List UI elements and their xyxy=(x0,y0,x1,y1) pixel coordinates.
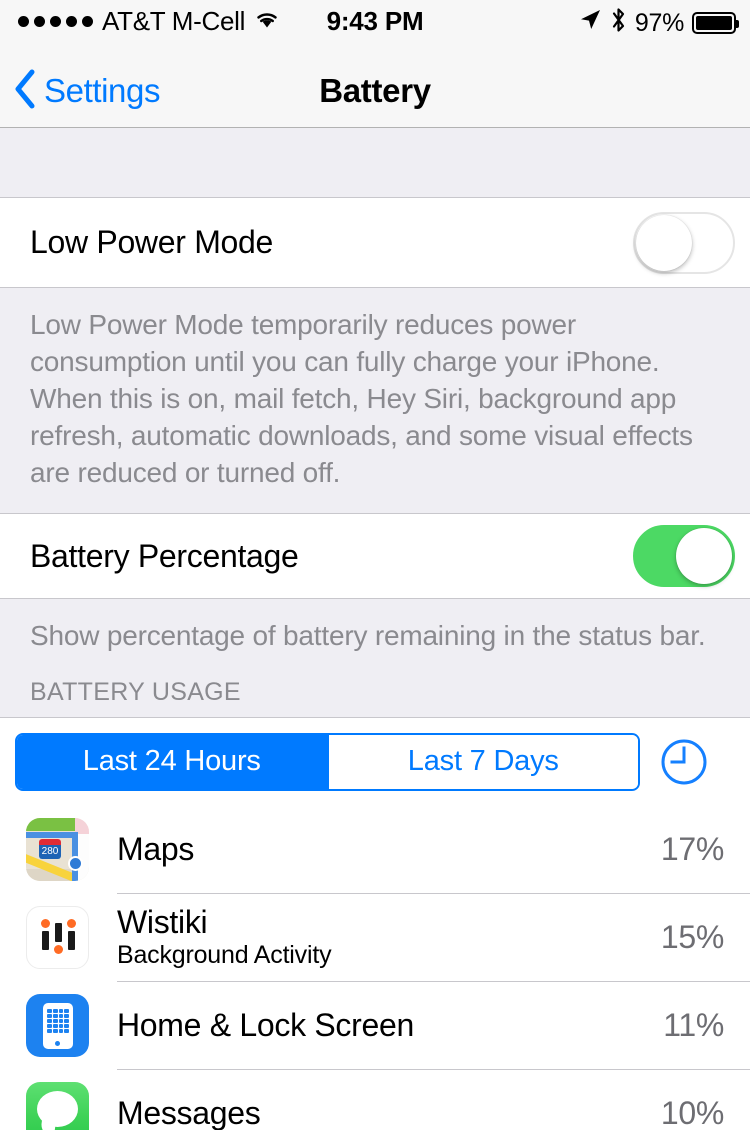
battery-percent-label: 97% xyxy=(634,8,684,37)
app-battery-percent: 10% xyxy=(660,1094,724,1130)
battery-percentage-footer-container: Show percentage of battery remaining in … xyxy=(0,598,750,717)
app-text-block: Wistiki Background Activity xyxy=(117,904,661,970)
low-power-mode-footer: Low Power Mode temporarily reduces power… xyxy=(0,288,750,513)
app-name: Wistiki xyxy=(117,904,208,940)
wistiki-app-icon xyxy=(26,905,89,969)
top-spacer xyxy=(0,128,750,198)
clock-icon[interactable] xyxy=(658,736,710,788)
table-row[interactable]: Wistiki Background Activity 15% xyxy=(0,893,750,981)
app-battery-percent: 17% xyxy=(660,830,724,867)
battery-usage-controls: Last 24 Hours Last 7 Days xyxy=(0,717,750,805)
maps-app-icon: 280 xyxy=(26,817,89,881)
low-power-mode-toggle[interactable] xyxy=(633,211,735,274)
app-name: Home & Lock Screen xyxy=(117,1007,414,1043)
time-range-segmented-control[interactable]: Last 24 Hours Last 7 Days xyxy=(15,732,640,791)
app-name: Maps xyxy=(117,831,195,867)
battery-usage-section-header: BATTERY USAGE xyxy=(0,664,750,717)
app-battery-percent: 11% xyxy=(663,1006,724,1043)
table-row[interactable]: 280 Maps 17% xyxy=(0,805,750,893)
app-text-block: Home & Lock Screen xyxy=(117,1007,663,1043)
navigation-bar: Settings Battery xyxy=(0,55,750,128)
low-power-mode-label: Low Power Mode xyxy=(30,224,274,260)
app-name: Messages xyxy=(117,1095,261,1130)
battery-icon xyxy=(692,11,739,34)
page-title: Battery xyxy=(319,72,431,109)
segment-last-24-hours[interactable]: Last 24 Hours xyxy=(17,734,327,789)
home-lock-screen-icon xyxy=(26,993,89,1057)
low-power-mode-footer-container: Low Power Mode temporarily reduces power… xyxy=(0,287,750,514)
status-bar: AT&T M-Cell 9:43 PM 97% xyxy=(0,0,750,55)
bluetooth-icon xyxy=(610,7,627,38)
segment-last-7-days[interactable]: Last 7 Days xyxy=(326,734,638,789)
battery-percentage-row[interactable]: Battery Percentage xyxy=(0,514,750,598)
battery-usage-list: 280 Maps 17% Wistiki Background Activity xyxy=(0,805,750,1130)
app-text-block: Maps xyxy=(117,831,661,867)
battery-percentage-label: Battery Percentage xyxy=(30,537,299,574)
battery-percentage-toggle[interactable] xyxy=(633,525,735,587)
location-arrow-icon xyxy=(578,8,602,37)
app-subtitle: Background Activity xyxy=(117,941,332,969)
app-battery-percent: 15% xyxy=(660,918,724,955)
battery-settings-screen: AT&T M-Cell 9:43 PM 97% Settings Battery… xyxy=(0,0,750,1130)
table-row[interactable]: Messages 10% xyxy=(0,1069,750,1130)
app-text-block: Messages xyxy=(117,1095,661,1130)
low-power-mode-row[interactable]: Low Power Mode xyxy=(0,198,750,287)
messages-app-icon xyxy=(26,1081,89,1130)
status-bar-right: 97% xyxy=(578,7,739,38)
table-row[interactable]: Home & Lock Screen 11% xyxy=(0,981,750,1069)
battery-percentage-footer: Show percentage of battery remaining in … xyxy=(0,599,750,664)
